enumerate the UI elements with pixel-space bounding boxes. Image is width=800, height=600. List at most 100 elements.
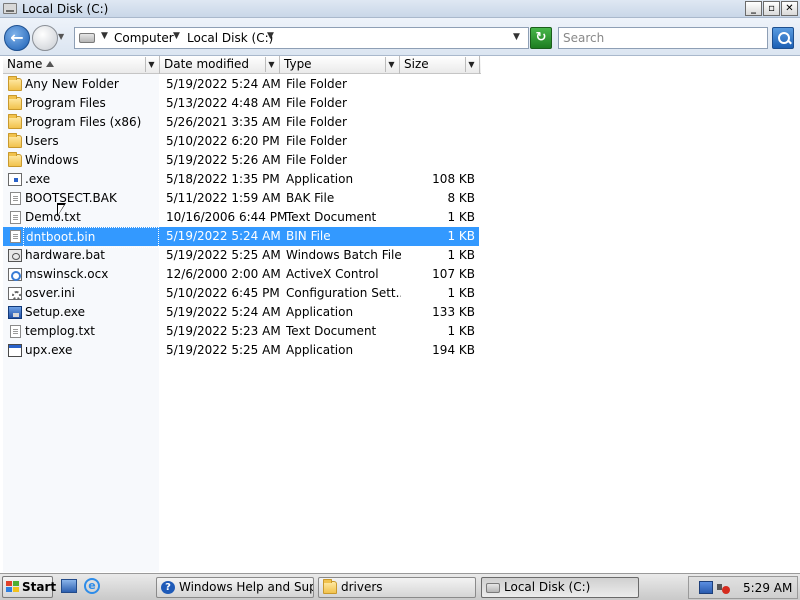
file-row[interactable]: hardware.bat 5/19/2022 5:25 AM Windows Bat…: [3, 246, 479, 265]
file-name: Windows: [25, 153, 79, 167]
file-date-modified: 10/16/2006 6:44 PM: [166, 210, 288, 224]
file-type: File Folder: [286, 115, 347, 129]
history-dropdown-icon[interactable]: ▼: [58, 32, 64, 41]
file-type: Application: [286, 305, 354, 319]
file-type: File Folder: [286, 153, 347, 167]
task-windows-help[interactable]: ? Windows Help and Sup...: [156, 577, 314, 598]
file-row[interactable]: Windows 5/19/2022 5:26 AM File Folder: [3, 151, 479, 170]
application-icon: [8, 344, 22, 357]
refresh-button[interactable]: ↻: [530, 27, 552, 49]
file-date-modified: 5/19/2022 5:24 AM: [166, 229, 281, 243]
show-desktop-icon[interactable]: [61, 579, 77, 593]
clock[interactable]: 5:29 AM: [743, 581, 792, 595]
task-drivers[interactable]: drivers: [318, 577, 476, 598]
close-button[interactable]: ✕: [781, 1, 798, 16]
file-size: 1 KB: [447, 210, 475, 224]
column-size-label: Size: [404, 57, 429, 71]
file-row[interactable]: Setup.exe 5/19/2022 5:24 AM Application 133…: [3, 303, 479, 322]
file-size: 108 KB: [432, 172, 475, 186]
taskbar: Start e ? Windows Help and Sup... driver…: [0, 573, 800, 600]
file-date-modified: 5/19/2022 5:25 AM: [166, 248, 281, 262]
windows-logo-icon: [6, 581, 19, 593]
file-date-modified: 5/10/2022 6:45 PM: [166, 286, 280, 300]
activex-icon: [8, 268, 22, 281]
start-button[interactable]: Start: [2, 576, 57, 598]
file-row[interactable]: Program Files (x86) 5/26/2021 3:35 AM File…: [3, 113, 479, 132]
file-row[interactable]: upx.exe 5/19/2022 5:25 AM Application 194 K…: [3, 341, 479, 360]
chevron-down-icon[interactable]: ▼: [267, 31, 274, 41]
task-local-disk[interactable]: Local Disk (C:): [481, 577, 639, 598]
file-row[interactable]: dntboot.bin 5/19/2022 5:24 AM BIN File 1 KB: [3, 227, 479, 248]
network-icon[interactable]: [699, 581, 713, 594]
file-name: BOOTSECT.BAK: [25, 191, 117, 205]
file-type: Windows Batch File: [286, 248, 401, 262]
chevron-down-icon[interactable]: ▼: [265, 57, 277, 72]
drive-icon: [79, 33, 95, 43]
breadcrumb-computer[interactable]: Computer: [114, 31, 174, 45]
column-type[interactable]: Type ▼: [280, 56, 400, 74]
file-name: Setup.exe: [25, 305, 86, 319]
mouse-cursor-icon: [57, 203, 66, 217]
chevron-down-icon[interactable]: ▼: [145, 57, 157, 72]
file-row[interactable]: templog.txt 5/19/2022 5:23 AM Text Documen…: [3, 322, 479, 341]
internet-explorer-icon[interactable]: e: [84, 578, 100, 594]
breadcrumb-local-disk[interactable]: Local Disk (C:): [187, 31, 273, 45]
folder-icon: [8, 95, 22, 110]
file-name: Program Files (x86): [25, 115, 142, 129]
file-row[interactable]: mswinsck.ocx 12/6/2000 2:00 AM ActiveX Con…: [3, 265, 479, 284]
chevron-down-icon[interactable]: ▼: [465, 57, 477, 72]
file-row[interactable]: Program Files 5/13/2022 4:48 AM File Folde…: [3, 94, 479, 113]
file-type: Application: [286, 172, 354, 186]
file-name: hardware.bat: [25, 248, 106, 262]
search-icon[interactable]: [772, 27, 794, 49]
file-name: templog.txt: [25, 324, 96, 338]
file-name: Users: [25, 134, 59, 148]
volume-muted-icon[interactable]: [717, 581, 730, 594]
file-row[interactable]: Users 5/10/2022 6:20 PM File Folder: [3, 132, 479, 151]
file-row[interactable]: BOOTSECT.BAK 5/11/2022 1:59 AM BAK File 8 K…: [3, 189, 479, 208]
file-name: mswinsck.ocx: [25, 267, 109, 281]
address-dropdown-icon[interactable]: ▼: [513, 32, 520, 42]
forward-button[interactable]: [32, 25, 58, 51]
file-row[interactable]: osver.ini 5/10/2022 6:45 PM Configuration …: [3, 284, 479, 303]
file-row[interactable]: Any New Folder 5/19/2022 5:24 AM File Fold…: [3, 75, 479, 94]
file-name: Demo.txt: [25, 210, 81, 224]
task-label: drivers: [341, 580, 383, 594]
file-size: 133 KB: [432, 305, 475, 319]
maximize-button[interactable]: ▫: [763, 1, 780, 16]
window-title: Local Disk (C:): [22, 2, 109, 16]
column-size[interactable]: Size ▼: [400, 56, 480, 74]
file-size: 107 KB: [432, 267, 475, 281]
address-bar[interactable]: ▼ Computer ▼ Local Disk (C:) ▼ ▼: [74, 27, 529, 49]
column-name-label: Name: [7, 57, 43, 71]
back-button[interactable]: ←: [4, 25, 30, 51]
drive-icon: [3, 3, 17, 14]
start-label: Start: [22, 580, 57, 594]
task-label: Local Disk (C:): [504, 580, 591, 594]
chevron-down-icon[interactable]: ▼: [101, 31, 108, 41]
search-input[interactable]: [558, 27, 768, 49]
batch-file-icon: [8, 249, 22, 262]
file-name: Any New Folder: [25, 77, 119, 91]
file-date-modified: 5/19/2022 5:23 AM: [166, 324, 281, 338]
file-list: Name ▼ Date modified ▼ Type ▼ Size ▼ Any…: [0, 56, 800, 572]
file-row[interactable]: .exe 5/18/2022 1:35 PM Application 108 KB: [3, 170, 479, 189]
file-row[interactable]: Demo.txt 10/16/2006 6:44 PM Text Document 1…: [3, 208, 479, 227]
column-header: Name ▼ Date modified ▼ Type ▼ Size ▼: [3, 56, 481, 74]
file-date-modified: 5/18/2022 1:35 PM: [166, 172, 280, 186]
file-size: 1 KB: [447, 229, 475, 243]
folder-icon: [8, 76, 22, 91]
folder-icon: [323, 579, 337, 594]
chevron-down-icon[interactable]: ▼: [173, 31, 180, 41]
text-document-icon: [10, 211, 21, 224]
minimize-button[interactable]: _: [745, 1, 762, 16]
file-date-modified: 5/11/2022 1:59 AM: [166, 191, 281, 205]
chevron-down-icon[interactable]: ▼: [385, 57, 397, 72]
navigation-bar: ← ▼ ▼ Computer ▼ Local Disk (C:) ▼ ▼ ↻: [0, 18, 800, 56]
file-type: Text Document: [286, 210, 377, 224]
text-document-icon: [10, 325, 21, 338]
column-date-modified[interactable]: Date modified ▼: [160, 56, 280, 74]
setup-icon: [8, 306, 22, 319]
column-name[interactable]: Name ▼: [3, 56, 160, 74]
settings-file-icon: [8, 287, 22, 300]
